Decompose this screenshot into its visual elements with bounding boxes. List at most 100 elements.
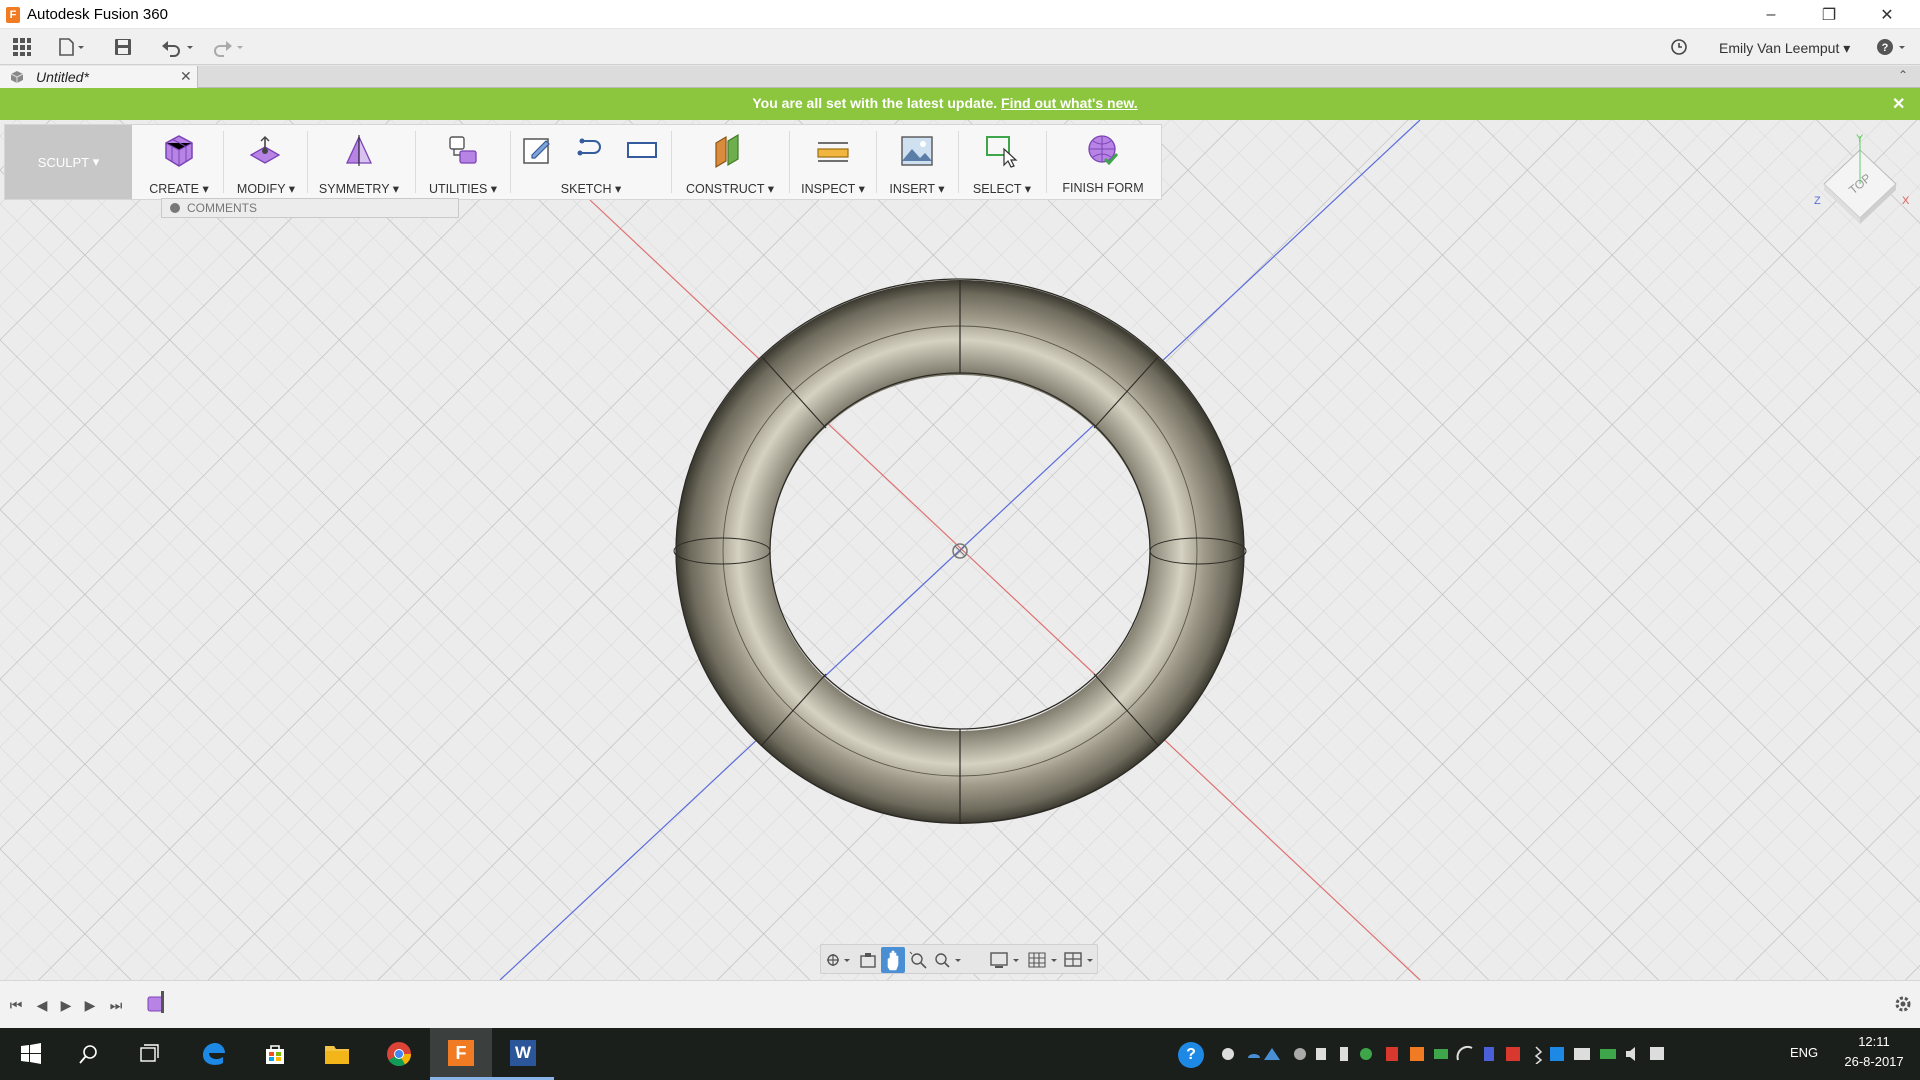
banner-text: You are all set with the latest update. — [752, 95, 998, 111]
word-icon[interactable]: W — [492, 1028, 554, 1080]
utilities-icon — [449, 136, 477, 164]
close-window-button[interactable]: ✕ — [1858, 0, 1916, 29]
workspace-switcher[interactable]: SCULPT ▾ — [5, 125, 132, 199]
symmetry-menu[interactable]: SYMMETRY ▾ — [311, 125, 407, 199]
create-label: CREATE ▾ — [149, 182, 209, 196]
edge-browser-icon[interactable] — [182, 1028, 244, 1080]
document-cube-icon — [10, 70, 24, 84]
grid-settings-icon[interactable] — [1027, 951, 1061, 969]
ribbon-separator — [415, 131, 416, 193]
help-tray-icon[interactable]: ? — [1178, 1042, 1204, 1068]
search-icon[interactable] — [58, 1028, 120, 1080]
banner-whats-new-link[interactable]: Find out what's new. — [1001, 95, 1138, 111]
collapse-tabs-chevron-icon[interactable]: ⌃ — [1898, 68, 1908, 82]
inspect-label: INSPECT ▾ — [801, 182, 865, 196]
symmetry-label: SYMMETRY ▾ — [318, 182, 400, 196]
job-status-clock-icon[interactable] — [1670, 35, 1688, 59]
select-label: SELECT ▾ — [972, 182, 1032, 196]
pan-hand-icon[interactable] — [881, 947, 905, 973]
timeline-last-icon[interactable]: ⏭ — [108, 997, 124, 1013]
input-language-indicator[interactable]: ENG — [1790, 1045, 1818, 1060]
chrome-icon[interactable] — [368, 1028, 430, 1080]
comments-panel[interactable]: COMMENTS — [161, 198, 459, 218]
viewcube[interactable]: TOP Y X Z — [1810, 128, 1910, 238]
viewcube-z-label: Z — [1814, 195, 1821, 207]
timeline-first-icon[interactable]: ⏮ — [8, 997, 24, 1013]
inspect-menu[interactable]: INSPECT ▾ — [793, 125, 873, 199]
save-icon[interactable] — [114, 35, 132, 59]
ribbon-separator — [671, 131, 672, 193]
store-icon[interactable] — [244, 1028, 306, 1080]
window-title: Autodesk Fusion 360 — [27, 6, 168, 23]
offset-plane-icon — [715, 133, 739, 169]
navigation-bar — [820, 944, 1098, 974]
insert-menu[interactable]: INSERT ▾ — [880, 125, 954, 199]
ribbon-toolbar: SCULPT ▾ CREATE ▾ MODIFY ▾ SYMMETRY ▾ UT… — [4, 124, 1162, 200]
create-menu[interactable]: CREATE ▾ — [139, 125, 219, 199]
quick-access-toolbar: Emily Van Leemput ▾ ? — [0, 29, 1920, 65]
construct-label: CONSTRUCT ▾ — [686, 182, 774, 196]
redo-icon[interactable] — [210, 35, 246, 59]
close-tab-icon[interactable]: ✕ — [180, 68, 192, 85]
minimize-button[interactable]: – — [1742, 0, 1800, 29]
timeline-form-feature-icon[interactable] — [146, 991, 166, 1013]
document-tab[interactable]: Untitled* ✕ — [0, 66, 198, 88]
file-menu-icon[interactable] — [58, 35, 86, 59]
user-account-menu[interactable]: Emily Van Leemput ▾ — [1719, 40, 1850, 57]
viewports-icon[interactable] — [1063, 951, 1097, 969]
finish-form-label: FINISH FORM — [1062, 181, 1144, 195]
fusion-app-icon: F — [6, 7, 20, 23]
sketch-line-icon — [577, 138, 601, 156]
task-view-icon[interactable] — [118, 1028, 180, 1080]
modify-menu[interactable]: MODIFY ▾ — [227, 125, 305, 199]
fusion360-taskbar-icon[interactable]: F — [430, 1028, 492, 1080]
clock-date[interactable]: 26-8-2017 — [1834, 1054, 1914, 1069]
svg-text:?: ? — [1882, 42, 1889, 54]
insert-image-icon — [901, 136, 933, 166]
edit-form-icon — [249, 136, 281, 164]
finish-form-button[interactable]: FINISH FORM — [1050, 125, 1156, 199]
windows-start-icon[interactable] — [0, 1028, 62, 1080]
timeline-previous-icon[interactable]: ◀ — [34, 997, 50, 1013]
zoom-window-icon[interactable] — [909, 951, 929, 969]
select-menu[interactable]: SELECT ▾ — [962, 125, 1042, 199]
look-at-icon[interactable] — [859, 951, 877, 969]
ribbon-separator — [958, 131, 959, 193]
timeline-play-icon[interactable]: ▶ — [58, 997, 74, 1013]
sketch-label: SKETCH ▾ — [560, 182, 622, 196]
restore-button[interactable]: ❐ — [1800, 0, 1858, 29]
help-icon[interactable]: ? — [1876, 35, 1912, 59]
construct-menu[interactable]: CONSTRUCT ▾ — [675, 125, 785, 199]
insert-label: INSERT ▾ — [889, 182, 945, 196]
zoom-icon[interactable] — [933, 951, 963, 969]
undo-icon[interactable] — [160, 35, 196, 59]
windows-taskbar: F W ? ENG 12:11 26-8-2017 — [0, 1028, 1920, 1080]
orbit-icon[interactable] — [825, 951, 853, 969]
sculpt-box-icon — [165, 135, 193, 167]
title-bar: F Autodesk Fusion 360 – ❐ ✕ — [0, 0, 1920, 29]
measure-icon — [817, 142, 849, 162]
ribbon-separator — [789, 131, 790, 193]
create-sketch-icon — [523, 138, 550, 164]
system-tray-icons[interactable] — [1220, 1044, 1780, 1065]
ribbon-separator — [1046, 131, 1047, 193]
utilities-menu[interactable]: UTILITIES ▾ — [419, 125, 507, 199]
data-panel-grid-icon[interactable] — [12, 35, 32, 59]
expand-comments-icon[interactable] — [170, 203, 180, 213]
document-tab-title: Untitled* — [36, 69, 89, 85]
display-settings-icon[interactable] — [989, 951, 1023, 969]
file-explorer-icon[interactable] — [306, 1028, 368, 1080]
symmetry-icon — [345, 135, 373, 166]
timeline-next-icon[interactable]: ▶ — [82, 997, 98, 1013]
utilities-label: UTILITIES ▾ — [428, 182, 498, 196]
sketch-rectangle-icon — [627, 142, 657, 158]
banner-close-icon[interactable]: ✕ — [1892, 94, 1905, 114]
modify-label: MODIFY ▾ — [236, 182, 296, 196]
ribbon-separator — [510, 131, 511, 193]
sketch-menu[interactable]: SKETCH ▾ — [514, 125, 668, 199]
document-tab-bar: Untitled* ✕ ⌃ — [0, 66, 1920, 88]
canvas-viewport[interactable] — [0, 120, 1920, 980]
canvas-grid-and-model[interactable] — [0, 120, 1920, 980]
clock-time[interactable]: 12:11 — [1848, 1034, 1900, 1049]
timeline-settings-gear-icon[interactable] — [1894, 995, 1912, 1013]
